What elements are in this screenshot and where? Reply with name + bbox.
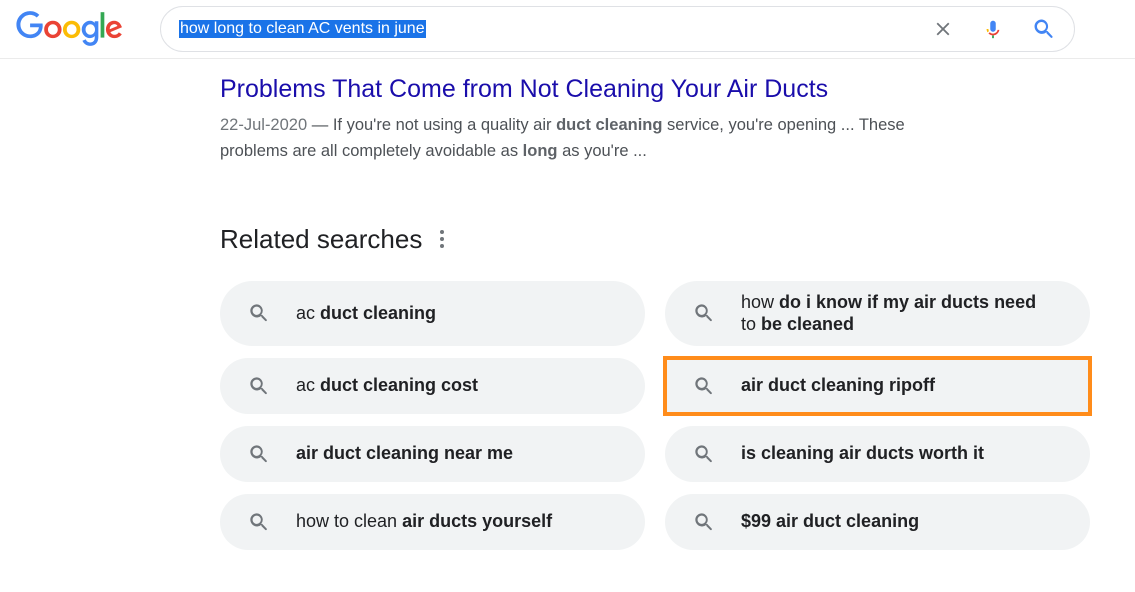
more-options-icon[interactable] — [440, 230, 444, 248]
result-date: 22-Jul-2020 — [220, 116, 307, 134]
related-searches-title: Related searches — [220, 224, 422, 255]
search-icon — [248, 443, 270, 465]
search-icon[interactable] — [1032, 17, 1056, 41]
search-icons — [932, 17, 1056, 41]
related-search-chip[interactable]: is cleaning air ducts worth it — [665, 426, 1090, 482]
search-icon — [248, 511, 270, 533]
clear-icon[interactable] — [932, 18, 954, 40]
related-searches-header: Related searches — [220, 224, 1135, 255]
related-search-label: ac duct cleaning cost — [296, 374, 478, 397]
related-search-chip[interactable]: how to clean air ducts yourself — [220, 494, 645, 550]
related-search-chip[interactable]: ac duct cleaning — [220, 281, 645, 346]
related-searches-grid: ac duct cleaning how do i know if my air … — [220, 281, 1135, 550]
search-query-highlighted: how long to clean AC vents in june — [179, 20, 426, 38]
related-search-chip[interactable]: air duct cleaning ripoff — [665, 358, 1090, 414]
related-search-chip[interactable]: how do i know if my air ducts need to be… — [665, 281, 1090, 346]
search-input[interactable] — [426, 20, 932, 38]
main-content: Problems That Come from Not Cleaning You… — [0, 59, 1135, 550]
related-search-label: how do i know if my air ducts need to be… — [741, 291, 1054, 336]
result-snippet: 22-Jul-2020 — If you're not using a qual… — [220, 112, 920, 164]
search-icon — [693, 375, 715, 397]
search-icon — [693, 302, 715, 324]
related-search-chip[interactable]: ac duct cleaning cost — [220, 358, 645, 414]
related-search-label: air duct cleaning near me — [296, 442, 513, 465]
google-logo[interactable] — [14, 7, 125, 52]
related-search-label: ac duct cleaning — [296, 302, 436, 325]
result-title-link[interactable]: Problems That Come from Not Cleaning You… — [220, 73, 1135, 106]
header: how long to clean AC vents in june — [0, 0, 1135, 59]
search-icon — [248, 375, 270, 397]
search-icon — [693, 511, 715, 533]
mic-icon[interactable] — [982, 18, 1004, 40]
related-search-label: $99 air duct cleaning — [741, 510, 919, 533]
related-search-label: air duct cleaning ripoff — [741, 374, 935, 397]
search-icon — [693, 443, 715, 465]
search-bar[interactable]: how long to clean AC vents in june — [160, 6, 1075, 52]
related-search-label: how to clean air ducts yourself — [296, 510, 552, 533]
search-icon — [248, 302, 270, 324]
related-search-chip[interactable]: $99 air duct cleaning — [665, 494, 1090, 550]
related-search-chip[interactable]: air duct cleaning near me — [220, 426, 645, 482]
related-search-label: is cleaning air ducts worth it — [741, 442, 984, 465]
